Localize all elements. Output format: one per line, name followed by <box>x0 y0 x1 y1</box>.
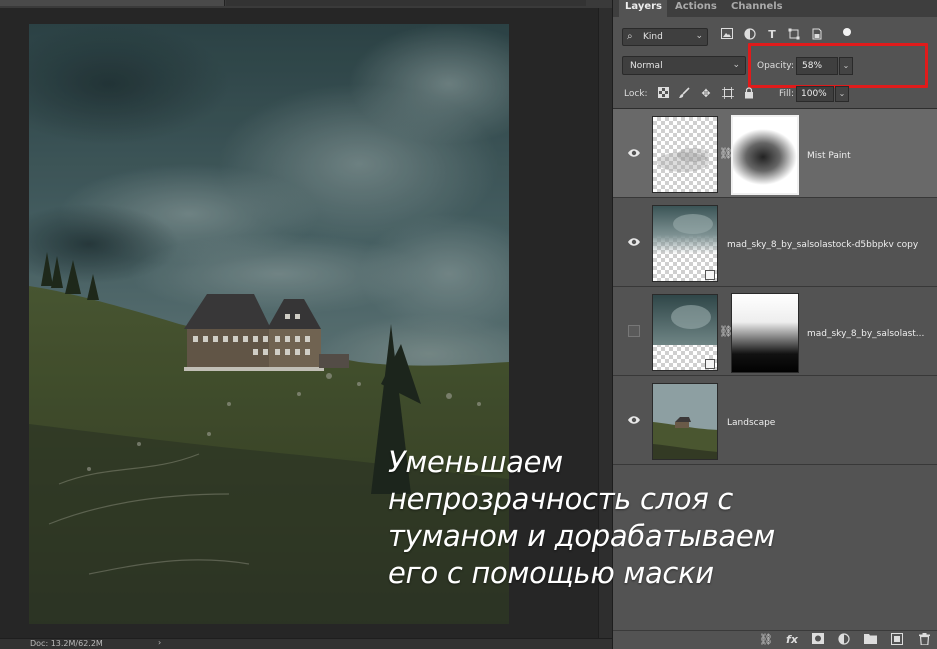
group-icon[interactable] <box>863 633 877 647</box>
layer-name: Landscape <box>727 418 776 428</box>
layer-name: Mist Paint <box>807 151 851 161</box>
smart-object-badge-icon <box>705 270 715 280</box>
link-layers-icon[interactable]: ⛓ <box>759 633 773 647</box>
blend-mode-select[interactable]: Normal ⌄ <box>622 56 746 75</box>
lock-transparent-pixels-icon[interactable] <box>656 87 670 101</box>
status-menu-arrow[interactable]: › <box>158 638 161 647</box>
document-tab-strip <box>0 0 612 8</box>
add-mask-icon[interactable] <box>811 633 825 647</box>
layer-name: mad_sky_8_by_salsolastock-d5bbpkv copy <box>727 240 919 250</box>
smart-object-filter-icon[interactable] <box>810 28 824 44</box>
caption-line: непрозрачность слоя с <box>388 482 734 516</box>
document-size-readout: Doc: 13.2M/62.2M <box>30 639 103 648</box>
lock-label: Lock: <box>624 89 648 99</box>
caption-line: Уменьшаем <box>388 445 563 479</box>
document-tab-inactive[interactable] <box>226 0 586 6</box>
lock-image-pixels-icon[interactable] <box>677 87 691 101</box>
panel-tabs: Layers Actions Channels <box>613 0 937 17</box>
layers-list: ⛓ Mist Paint mad_sky_8_by_salsolastock-d… <box>613 108 937 466</box>
shape-filter-icon[interactable] <box>787 28 801 44</box>
tab-channels[interactable]: Channels <box>725 0 789 17</box>
new-layer-icon[interactable] <box>890 633 904 647</box>
lock-all-icon[interactable] <box>742 87 756 101</box>
tab-layers[interactable]: Layers <box>619 0 667 17</box>
fill-slider-chevron-icon[interactable]: ⌄ <box>835 86 849 102</box>
caption-line: его с помощью маски <box>388 556 714 590</box>
fill-label: Fill: <box>779 89 795 99</box>
layer-row-sky[interactable]: ⛓ mad_sky_8_by_salsolast... <box>613 287 937 376</box>
chevron-down-icon: ⌄ <box>732 60 740 70</box>
search-icon: ⌕ <box>627 31 633 42</box>
layer-style-icon[interactable]: fx <box>785 633 799 647</box>
lock-row: Lock: ✥ Fill: 100% ⌄ <box>613 86 937 104</box>
status-bar: Doc: 13.2M/62.2M › <box>0 638 612 649</box>
delete-layer-icon[interactable] <box>917 633 931 647</box>
layer-thumbnail[interactable] <box>652 116 718 193</box>
layer-mask-thumbnail[interactable] <box>731 115 799 195</box>
visibility-eye-icon[interactable] <box>627 237 641 247</box>
type-filter-icon[interactable]: T <box>765 28 779 44</box>
layer-name: mad_sky_8_by_salsolast... <box>807 329 925 339</box>
kind-filter-label: Kind <box>643 32 663 42</box>
fill-input[interactable]: 100% <box>796 86 834 102</box>
fill-value: 100% <box>801 89 827 99</box>
kind-filter-select[interactable]: ⌕ Kind ⌄ <box>622 28 708 46</box>
adjustment-layer-icon[interactable] <box>837 633 851 647</box>
image-filter-icon[interactable] <box>720 28 734 44</box>
opacity-highlight-annotation <box>748 43 928 88</box>
layers-bottom-toolbar: ⛓ fx <box>613 630 937 649</box>
tab-actions[interactable]: Actions <box>669 0 723 17</box>
lock-artboard-icon[interactable] <box>721 87 735 101</box>
caption-line: туманом и дорабатываем <box>388 519 775 553</box>
layer-row-sky-copy[interactable]: mad_sky_8_by_salsolastock-d5bbpkv copy <box>613 198 937 287</box>
visibility-eye-icon[interactable] <box>627 415 641 425</box>
visibility-toggle-off[interactable] <box>628 325 640 337</box>
smart-object-badge-icon <box>705 359 715 369</box>
layer-row-mist-paint[interactable]: ⛓ Mist Paint <box>613 109 937 198</box>
tutorial-caption: Уменьшаем непрозрачность слоя с туманом … <box>388 444 888 592</box>
layer-mask-thumbnail[interactable] <box>731 293 799 373</box>
blend-mode-value: Normal <box>630 61 663 71</box>
adjustment-filter-icon[interactable] <box>743 28 757 44</box>
lock-position-icon[interactable]: ✥ <box>699 87 713 101</box>
visibility-eye-icon[interactable] <box>627 148 641 158</box>
filter-toggle-icon[interactable] <box>843 28 851 36</box>
chevron-down-icon: ⌄ <box>695 31 703 41</box>
document-tab[interactable] <box>0 0 225 6</box>
